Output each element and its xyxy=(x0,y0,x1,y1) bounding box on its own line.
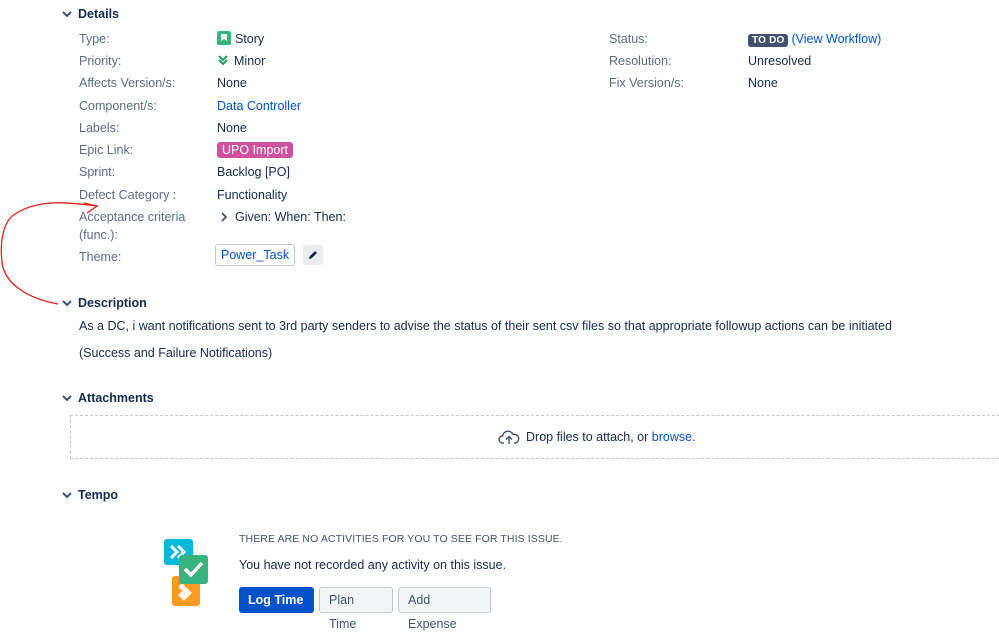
fix-version-value: None xyxy=(748,76,778,90)
status-lozenge: TO DO xyxy=(748,34,789,47)
view-workflow-close-paren: ) xyxy=(877,32,882,46)
acceptance-criteria-value[interactable]: Given: When: Then: xyxy=(217,208,346,226)
priority-text: Minor xyxy=(234,54,266,68)
theme-value: Power_Task xyxy=(215,244,324,266)
epic-link-value[interactable]: UPO Import xyxy=(217,141,293,159)
drop-suffix: . xyxy=(692,430,696,444)
sprint-value: Backlog [PO] xyxy=(217,165,290,179)
priority-minor-icon xyxy=(218,55,228,66)
story-icon xyxy=(217,31,231,45)
view-workflow-link[interactable]: View Workflow xyxy=(796,32,878,46)
details-title: Details xyxy=(78,7,119,21)
acceptance-criteria-label: Acceptance criteria xyxy=(79,210,186,224)
resolution-value: Unresolved xyxy=(748,54,812,68)
description-paragraph-2: (Success and Failure Notifications) xyxy=(79,346,273,360)
component-link[interactable]: Data Controller xyxy=(217,97,301,115)
tempo-title: Tempo xyxy=(78,488,119,502)
affects-version-value: None xyxy=(217,76,247,90)
dropzone-message: Drop files to attach, or browse. xyxy=(498,428,696,446)
acceptance-criteria-label-2: (func.): xyxy=(79,228,118,242)
acceptance-criteria-text: Given: When: Then: xyxy=(235,210,346,224)
chevron-down-icon xyxy=(62,492,72,499)
chevron-right-icon[interactable] xyxy=(219,212,229,222)
status-label: Status: xyxy=(609,32,648,46)
type-value: Story xyxy=(217,30,264,48)
description-toggle[interactable]: Description xyxy=(62,296,147,310)
sprint-label: Sprint: xyxy=(79,165,116,179)
plan-time-button[interactable]: Plan Time xyxy=(319,587,393,631)
affects-version-label: Affects Version/s: xyxy=(79,76,176,90)
attachments-title: Attachments xyxy=(78,391,154,405)
resolution-label: Resolution: xyxy=(609,54,672,68)
tempo-illustration-icon xyxy=(164,539,208,606)
theme-label: Theme: xyxy=(79,250,122,264)
description-paragraph-1: As a DC, i want notifications sent to 3r… xyxy=(79,319,892,333)
fix-version-label: Fix Version/s: xyxy=(609,76,685,90)
log-time-button[interactable]: Log Time xyxy=(239,587,314,613)
cloud-upload-icon xyxy=(498,430,520,444)
tempo-message: You have not recorded any activity on th… xyxy=(239,558,507,572)
tempo-toggle[interactable]: Tempo xyxy=(62,488,118,502)
pencil-icon xyxy=(309,251,318,259)
epic-link-label: Epic Link: xyxy=(79,143,134,157)
description-title: Description xyxy=(78,296,147,310)
theme-tag[interactable]: Power_Task xyxy=(215,244,296,266)
priority-value: Minor xyxy=(217,52,265,70)
attachments-toggle[interactable]: Attachments xyxy=(62,391,154,405)
edit-theme-button[interactable] xyxy=(303,245,324,265)
status-value: TO DO (View Workflow) xyxy=(748,30,881,48)
defect-category-value: Functionality xyxy=(217,188,288,202)
chevron-down-icon xyxy=(62,11,72,18)
labels-label: Labels: xyxy=(79,121,120,135)
type-text: Story xyxy=(235,32,265,46)
epic-lozenge[interactable]: UPO Import xyxy=(217,142,293,158)
tempo-heading: THERE ARE NO ACTIVITIES FOR YOU TO SEE F… xyxy=(239,533,563,545)
type-label: Type: xyxy=(79,32,110,46)
defect-category-label: Defect Category : xyxy=(79,188,177,202)
chevron-down-icon xyxy=(62,300,72,307)
details-toggle[interactable]: Details xyxy=(62,7,119,21)
chevron-down-icon xyxy=(62,395,72,402)
add-expense-button[interactable]: Add Expense xyxy=(398,587,491,631)
browse-link[interactable]: browse xyxy=(652,430,692,444)
drop-text: Drop files to attach, or xyxy=(526,430,649,444)
priority-label: Priority: xyxy=(79,54,122,68)
component-label: Component/s: xyxy=(79,99,157,113)
labels-value: None xyxy=(217,121,247,135)
